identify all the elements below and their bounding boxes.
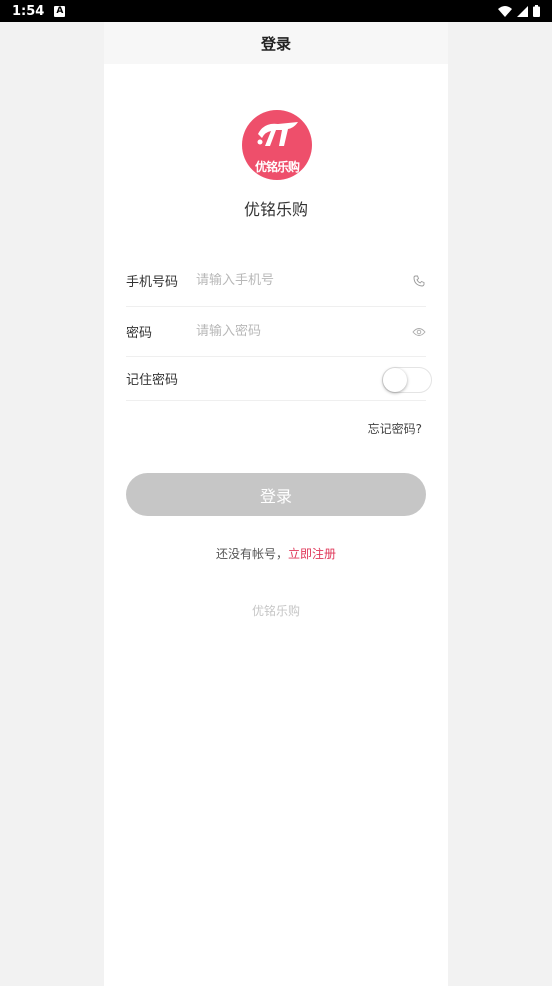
toggle-knob bbox=[383, 368, 407, 392]
wifi-icon bbox=[498, 5, 512, 17]
remember-password-toggle[interactable] bbox=[382, 367, 432, 393]
phone-icon bbox=[412, 274, 426, 288]
phone-row: 手机号码 bbox=[126, 255, 426, 307]
status-time: 1:54 bbox=[12, 3, 45, 19]
password-row: 密码 bbox=[126, 307, 426, 357]
login-button[interactable]: 登录 bbox=[126, 473, 426, 516]
phone-input[interactable] bbox=[196, 273, 412, 288]
eye-icon[interactable] bbox=[412, 325, 426, 339]
signal-icon bbox=[517, 5, 528, 17]
remember-row: 记住密码 bbox=[126, 357, 432, 401]
status-bar: 1:54 A bbox=[0, 0, 552, 22]
register-prompt-text: 还没有帐号， bbox=[215, 547, 288, 561]
password-label: 密码 bbox=[126, 326, 153, 341]
footer-text: 优铭乐购 bbox=[251, 604, 300, 618]
page-header: 登录 bbox=[104, 22, 448, 64]
remember-label: 记住密码 bbox=[126, 373, 179, 388]
page-title: 登录 bbox=[260, 34, 291, 53]
status-icons bbox=[498, 5, 540, 17]
logo-mark-icon bbox=[257, 122, 298, 146]
battery-icon bbox=[533, 5, 540, 17]
password-input[interactable] bbox=[196, 324, 412, 339]
register-link[interactable]: 立即注册 bbox=[288, 547, 336, 561]
logo-text: 优铭乐购 bbox=[254, 160, 300, 174]
forgot-password-link[interactable]: 忘记密码? bbox=[368, 420, 422, 437]
register-prompt: 还没有帐号，立即注册 bbox=[104, 545, 448, 562]
phone-label: 手机号码 bbox=[126, 275, 179, 290]
app-name: 优铭乐购 bbox=[243, 200, 308, 219]
notification-a-icon: A bbox=[54, 5, 66, 17]
app-logo: 优铭乐购 bbox=[242, 110, 312, 180]
login-panel: 登录 优铭乐购 优铭乐购 手机号码 密码 记住密码 忘记密码? 登录 还没有帐号… bbox=[104, 22, 448, 986]
